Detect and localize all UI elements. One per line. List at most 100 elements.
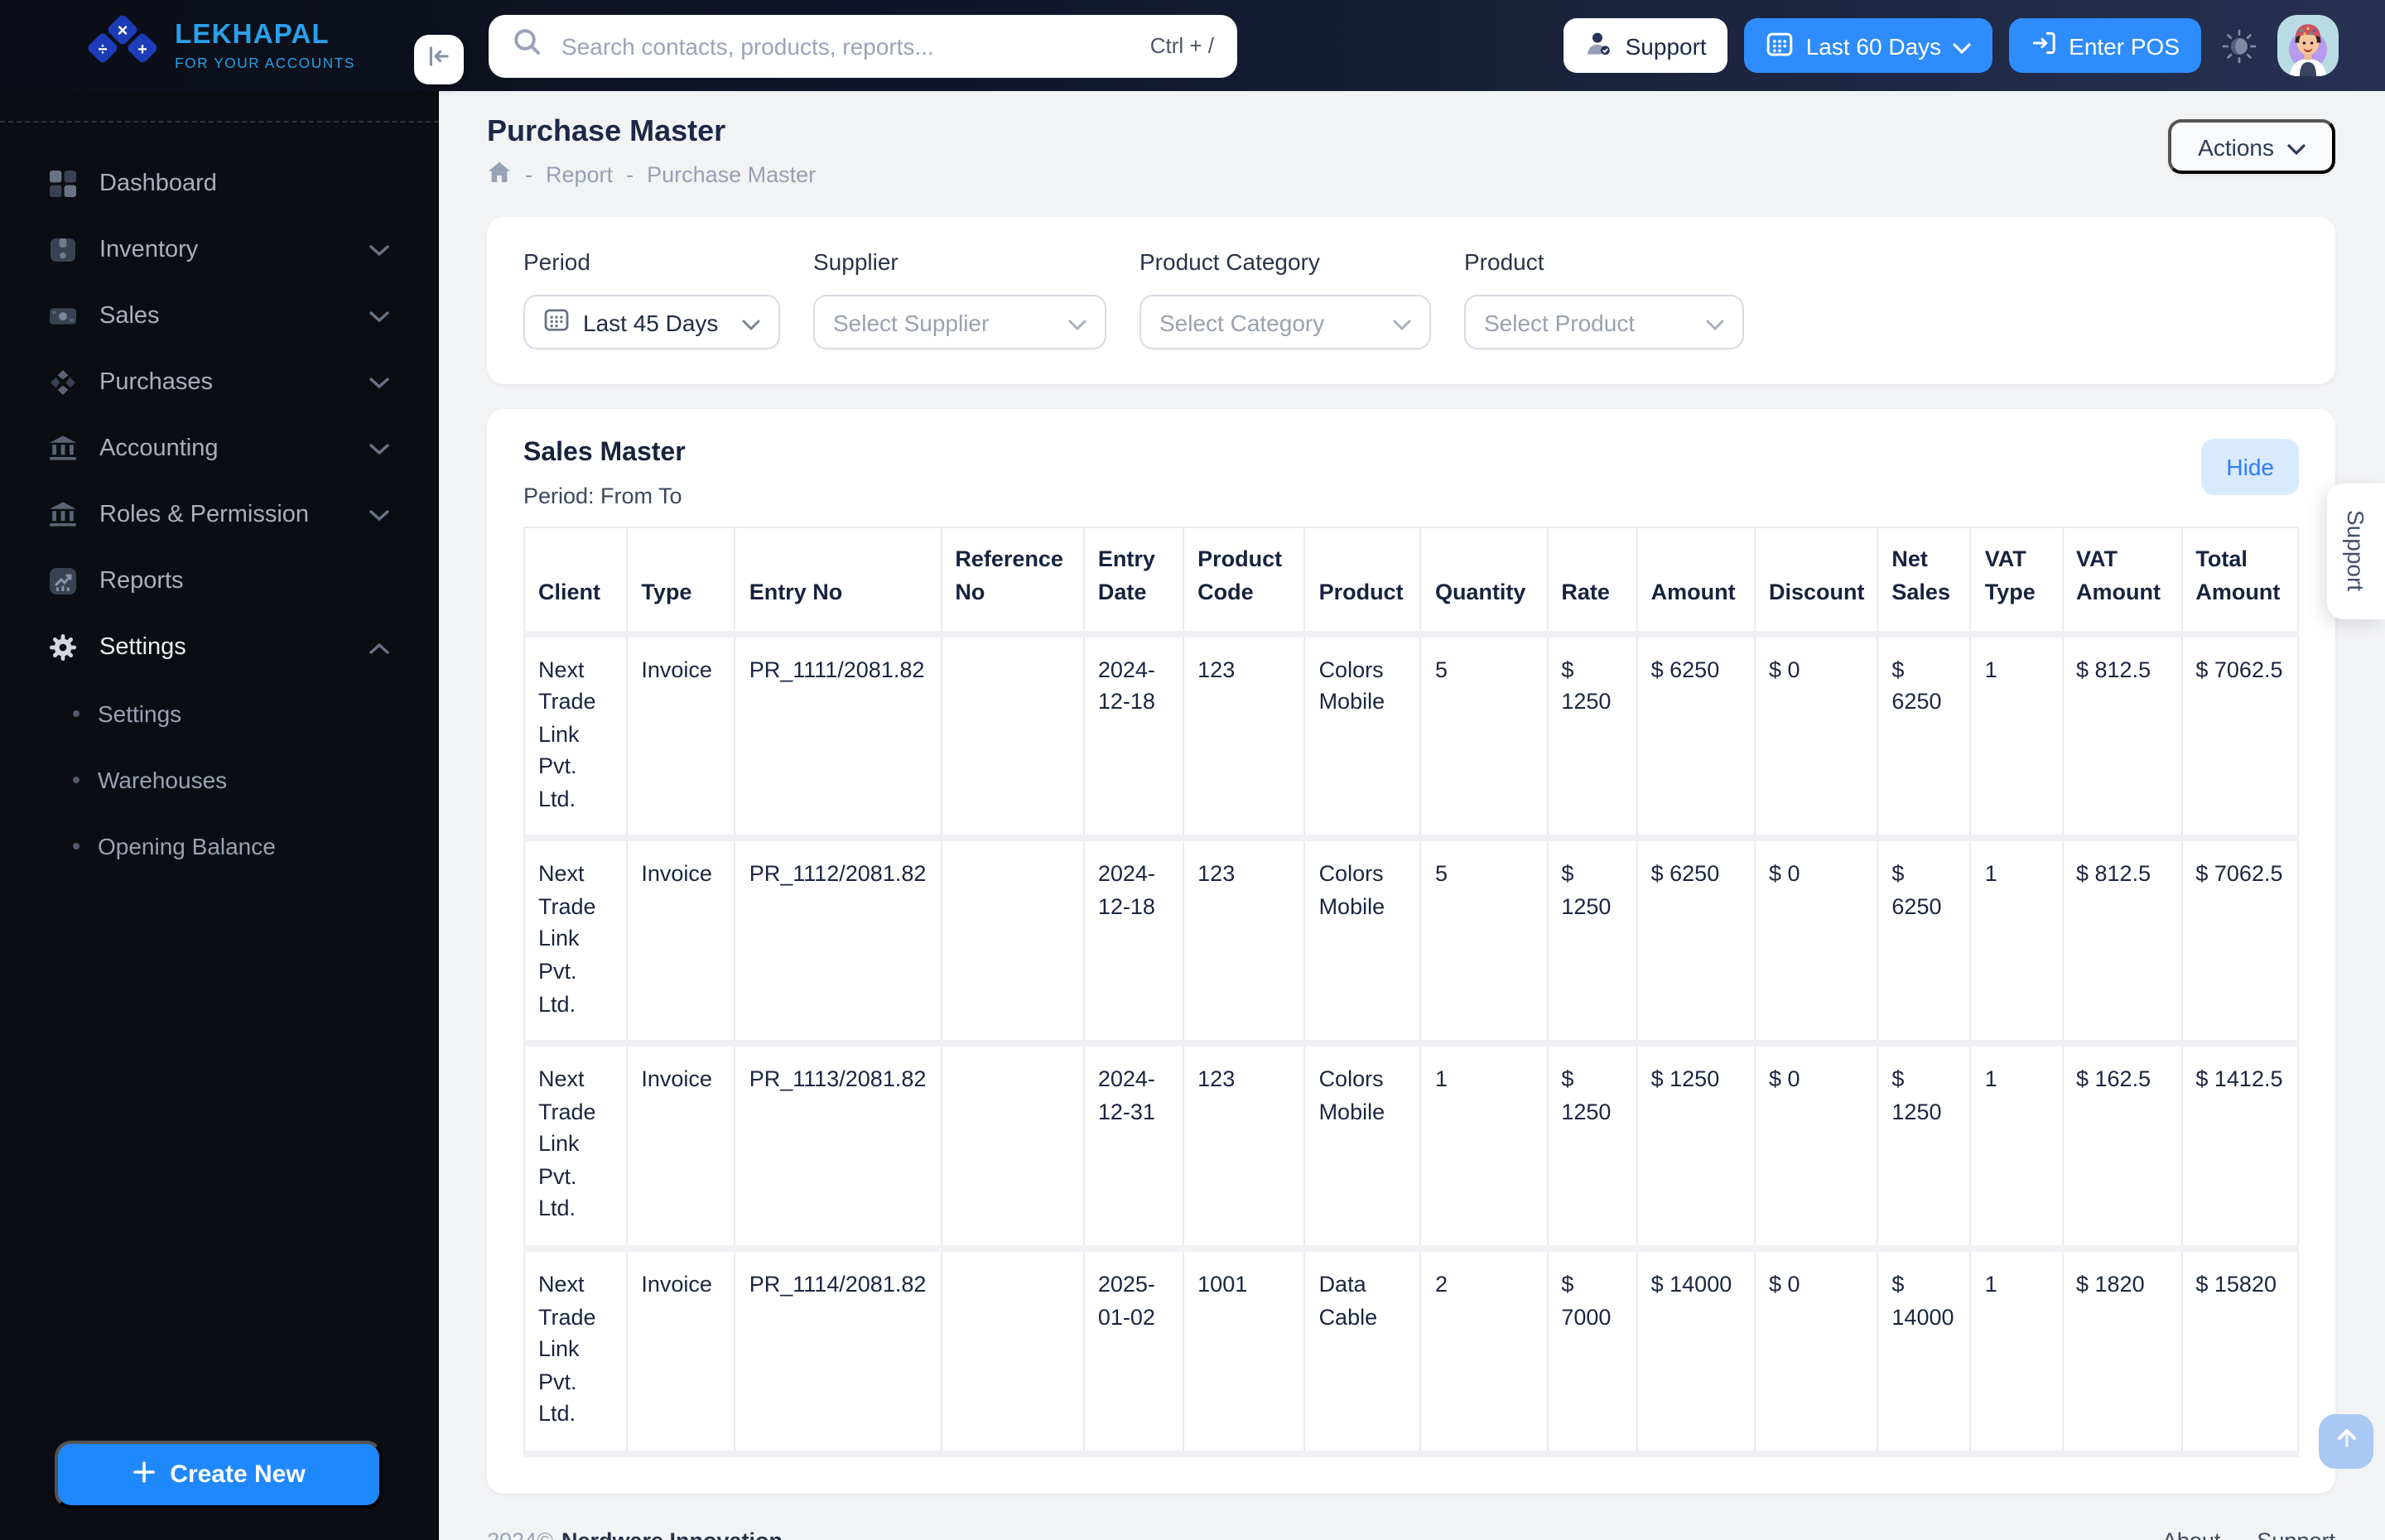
- user-avatar[interactable]: [2277, 15, 2339, 76]
- search-input[interactable]: [558, 31, 1134, 60]
- table-cell: 1001: [1183, 1248, 1306, 1457]
- product-dropdown[interactable]: Select Product: [1464, 295, 1744, 349]
- search-icon: [512, 26, 542, 65]
- chevron-down-icon: [369, 310, 389, 322]
- table-cell: Next Trade Link Pvt. Ltd.: [523, 633, 629, 842]
- table-cell: 5: [1420, 633, 1549, 842]
- chevron-down-icon: [369, 443, 389, 455]
- table-cell: $ 812.5: [2062, 838, 2183, 1047]
- category-dropdown[interactable]: Select Category: [1140, 295, 1431, 349]
- page-footer: 2024© Nerdware Innovation About Support: [487, 1528, 2335, 1540]
- footer-link-about[interactable]: About: [2162, 1528, 2221, 1540]
- table-cell: 1: [1970, 1248, 2064, 1457]
- sidebar-item-inventory[interactable]: Inventory: [0, 217, 439, 283]
- sidebar-item-dashboard[interactable]: Dashboard: [0, 151, 439, 217]
- table-row: Next Trade Link Pvt. Ltd. Invoice PR_1112/…: [523, 838, 2300, 1047]
- table-cell: Data Cable: [1304, 1248, 1422, 1457]
- table-cell: Invoice: [627, 1248, 736, 1457]
- sidebar-subitem-settings[interactable]: Settings: [0, 681, 439, 747]
- sidebar-subitem-warehouses[interactable]: Warehouses: [0, 747, 439, 813]
- support-button[interactable]: Support: [1564, 18, 1728, 73]
- column-header-entry-no: Entry No: [735, 527, 942, 637]
- table-cell: Invoice: [627, 838, 736, 1047]
- period-range-button[interactable]: Last 60 Days: [1744, 18, 1993, 73]
- accounting-icon: [48, 434, 78, 464]
- hide-button[interactable]: Hide: [2201, 439, 2299, 495]
- column-header-discount: Discount: [1755, 527, 1879, 637]
- column-header-vat-amount: VAT Amount: [2062, 527, 2183, 637]
- breadcrumb-item-report[interactable]: Report: [546, 162, 613, 187]
- table-cell: Colors Mobile: [1304, 838, 1422, 1047]
- table-cell: 123: [1183, 633, 1306, 842]
- table-cell: $ 0: [1755, 838, 1879, 1047]
- column-header-client: Client: [523, 527, 629, 637]
- inventory-icon: [48, 235, 78, 265]
- main-area: Purchase Master - Report - Purchase Master …: [439, 91, 2385, 1540]
- create-new-button[interactable]: Create New: [55, 1441, 383, 1509]
- table-row: Next Trade Link Pvt. Ltd. Invoice PR_1111/…: [523, 633, 2300, 842]
- table-cell: $ 7000: [1547, 1248, 1638, 1457]
- table-cell: Invoice: [627, 633, 736, 842]
- sidebar-item-roles-permission[interactable]: Roles & Permission: [0, 482, 439, 548]
- table-cell: $ 7062.5: [2181, 838, 2300, 1047]
- table-cell: 5: [1420, 838, 1549, 1047]
- bullet-icon: [73, 777, 80, 783]
- header-actions: Support Last 60 Days Enter POS: [1564, 15, 2385, 76]
- top-header: × ÷ + LEKHAPAL FOR YOUR ACCOUNTS Ctrl + …: [0, 0, 2385, 91]
- breadcrumb: - Report - Purchase Master: [487, 161, 816, 189]
- column-header-total-amount: Total Amount: [2181, 527, 2300, 637]
- support-side-tab[interactable]: Support: [2327, 484, 2385, 619]
- sidebar-item-purchases[interactable]: Purchases: [0, 349, 439, 416]
- column-header-entry-date: Entry Date: [1083, 527, 1185, 637]
- table-cell: 123: [1183, 838, 1306, 1047]
- table-cell: $ 1250: [1547, 1043, 1638, 1252]
- sidebar-subitem-opening-balance[interactable]: Opening Balance: [0, 813, 439, 879]
- table-cell: $ 15820: [2181, 1248, 2300, 1457]
- sidebar-item-settings[interactable]: Settings: [0, 614, 439, 681]
- enter-pos-icon: [2031, 30, 2057, 61]
- copyright-year: 2024©: [487, 1528, 553, 1540]
- filter-category-label: Product Category: [1140, 248, 1320, 275]
- filter-product: Product Select Product: [1464, 248, 1744, 349]
- column-header-rate: Rate: [1547, 527, 1638, 637]
- table-cell: Colors Mobile: [1304, 633, 1422, 842]
- supplier-dropdown[interactable]: Select Supplier: [813, 295, 1106, 349]
- home-icon[interactable]: [487, 161, 512, 189]
- scroll-to-top-button[interactable]: [2319, 1414, 2373, 1469]
- table-cell: [941, 1043, 1085, 1252]
- actions-button[interactable]: Actions: [2168, 119, 2335, 174]
- chevron-down-icon: [2287, 133, 2306, 160]
- table-cell: $ 1412.5: [2181, 1043, 2300, 1252]
- brand-tagline: FOR YOUR ACCOUNTS: [175, 54, 355, 71]
- theme-toggle-sun-moon-icon[interactable]: [2218, 24, 2261, 67]
- enter-pos-button[interactable]: Enter POS: [2009, 18, 2201, 73]
- sidebar-item-sales[interactable]: Sales: [0, 283, 439, 349]
- column-header-type: Type: [627, 527, 736, 637]
- footer-link-support[interactable]: Support: [2257, 1528, 2335, 1540]
- filters-card: Period Last 45 Days Supplier Select Supp…: [487, 217, 2335, 384]
- sidebar-item-reports[interactable]: Reports: [0, 548, 439, 614]
- sidebar-top-divider: [0, 91, 439, 123]
- column-header-amount: Amount: [1636, 527, 1756, 637]
- breadcrumb-item-purchase-master[interactable]: Purchase Master: [647, 162, 816, 187]
- table-cell: $ 1250: [1547, 633, 1638, 842]
- chevron-down-icon: [1393, 309, 1411, 335]
- search-bar[interactable]: Ctrl + /: [489, 14, 1237, 77]
- table-cell: $ 812.5: [2062, 633, 2183, 842]
- table-cell: 1: [1970, 1043, 2064, 1252]
- table-cell: $ 0: [1755, 1043, 1879, 1252]
- sidebar-collapse-button[interactable]: [414, 35, 464, 84]
- period-dropdown[interactable]: Last 45 Days: [523, 295, 780, 349]
- table-row: Next Trade Link Pvt. Ltd. Invoice PR_1114/…: [523, 1248, 2300, 1457]
- company-name: Nerdware Innovation: [561, 1528, 783, 1540]
- sidebar-item-accounting[interactable]: Accounting: [0, 416, 439, 482]
- table-cell: $ 6250: [1636, 838, 1756, 1047]
- brand-name: LEKHAPAL: [175, 20, 330, 51]
- table-cell: $ 6250: [1636, 633, 1756, 842]
- settings-icon: [48, 633, 78, 662]
- sidebar-subitem-label: Settings: [98, 700, 182, 727]
- column-header-reference-no: Reference No: [941, 527, 1085, 637]
- table-cell: Colors Mobile: [1304, 1043, 1422, 1252]
- table-body: Next Trade Link Pvt. Ltd. Invoice PR_1111/…: [523, 633, 2300, 1457]
- chevron-down-icon: [369, 377, 389, 388]
